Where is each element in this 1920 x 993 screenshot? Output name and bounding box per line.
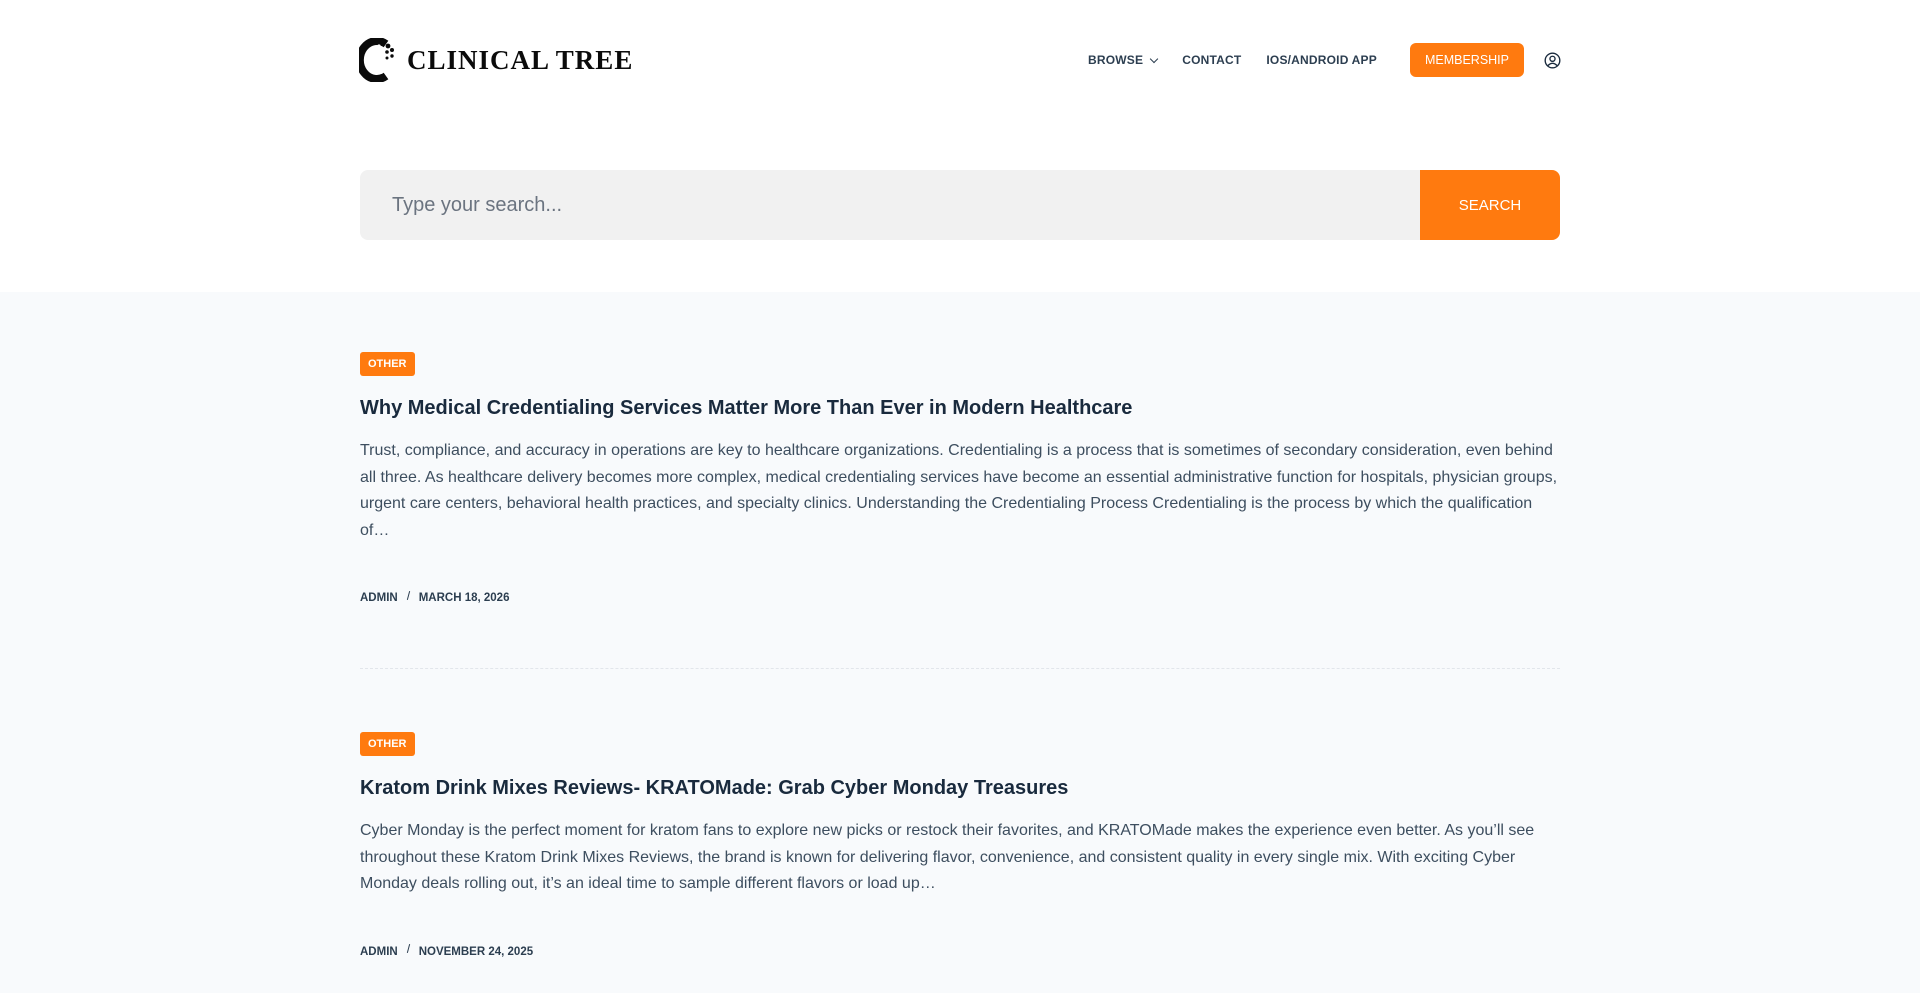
post-card: OTHER Kratom Drink Mixes Reviews- KRATOM…: [360, 732, 1560, 958]
nav-item-app[interactable]: IOS/ANDROID APP: [1266, 53, 1377, 67]
post-divider: [360, 668, 1560, 669]
post-list: OTHER Why Medical Credentialing Services…: [0, 292, 1920, 993]
nav-item-contact[interactable]: CONTACT: [1182, 53, 1241, 67]
meta-separator: [406, 590, 410, 600]
nav-item-browse[interactable]: BROWSE: [1088, 53, 1159, 67]
post-author[interactable]: ADMIN: [360, 592, 398, 604]
membership-button[interactable]: MEMBERSHIP: [1409, 43, 1524, 77]
post-excerpt: Trust, compliance, and accuracy in opera…: [360, 442, 1558, 539]
clinical-tree-logo-icon: [359, 38, 394, 82]
search-button[interactable]: SEARCH: [1420, 170, 1560, 240]
post-title[interactable]: Why Medical Credentialing Services Matte…: [360, 395, 1560, 421]
meta-separator: [406, 944, 410, 953]
nav-item-label: IOS/ANDROID APP: [1266, 53, 1377, 67]
nav-item-label: CONTACT: [1182, 53, 1242, 67]
post-author[interactable]: ADMIN: [360, 946, 398, 958]
category-badge[interactable]: OTHER: [360, 352, 415, 376]
site-logo[interactable]: CLINICAL TREE: [359, 38, 633, 82]
post-meta: ADMIN NOVEMBER 24, 2025: [360, 944, 1560, 958]
brand-name: CLINICAL TREE: [407, 44, 634, 75]
post-excerpt: Cyber Monday is the perfect moment for k…: [360, 822, 1535, 892]
user-circle-icon[interactable]: [1544, 52, 1561, 69]
post-card: OTHER Why Medical Credentialing Services…: [360, 352, 1560, 604]
post-date: NOVEMBER 24, 2025: [418, 945, 534, 958]
search-form: SEARCH: [360, 170, 1560, 240]
nav-item-label: BROWSE: [1088, 53, 1144, 67]
post-date: MARCH 18, 2026: [418, 592, 510, 604]
main-nav: BROWSE CONTACT IOS/ANDROID APP MEMBERSHI…: [1088, 42, 1561, 78]
post-title[interactable]: Kratom Drink Mixes Reviews- KRATOMade: G…: [360, 775, 1560, 801]
chevron-down-icon: [1149, 54, 1159, 63]
post-meta: ADMIN MARCH 18, 2026: [360, 590, 1560, 604]
search-input[interactable]: [360, 170, 1420, 240]
category-badge[interactable]: OTHER: [360, 732, 415, 756]
site-header: CLINICAL TREE BROWSE CONTACT IOS/ANDROID…: [0, 0, 1920, 292]
